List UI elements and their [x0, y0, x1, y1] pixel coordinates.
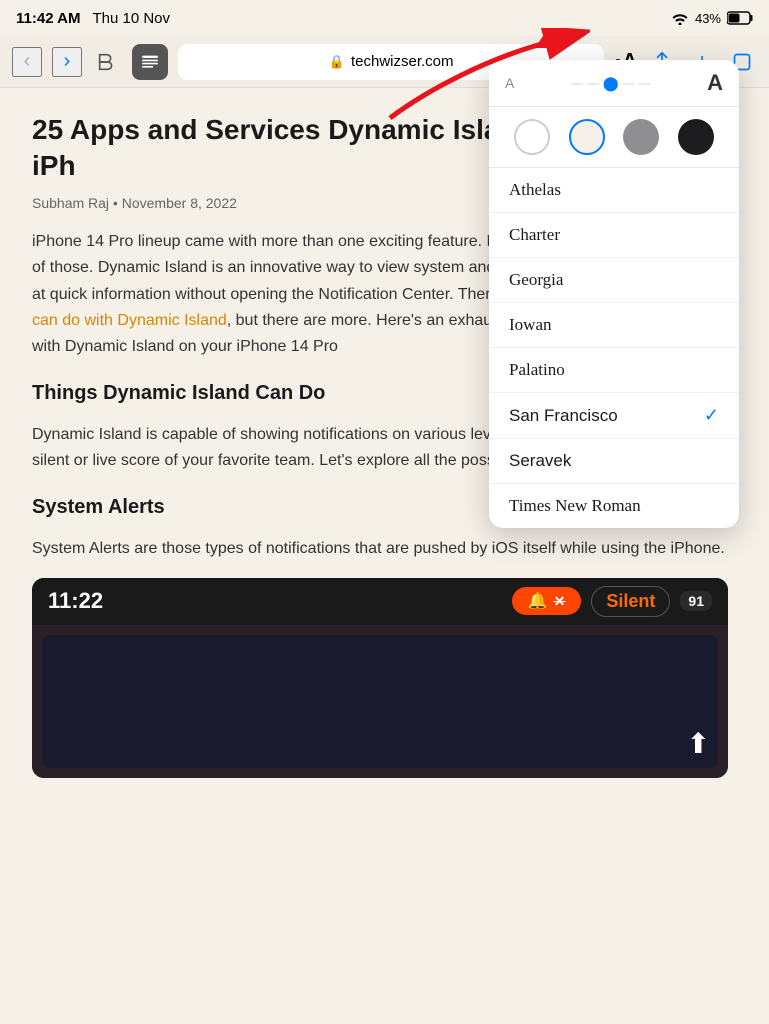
font-option-georgia[interactable]: Georgia	[489, 258, 739, 303]
app-store-icon: ⬆	[687, 727, 710, 760]
font-option-times-new-roman[interactable]: Times New Roman	[489, 484, 739, 528]
url-text: techwizser.com	[351, 53, 454, 70]
lock-icon: 🔒	[329, 54, 345, 70]
reader-icon	[140, 54, 160, 70]
font-option-palatino[interactable]: Palatino	[489, 348, 739, 393]
status-time: 11:42 AM	[16, 10, 80, 27]
color-gray-button[interactable]	[623, 119, 659, 155]
reader-view-button[interactable]	[132, 44, 168, 80]
status-bar: 11:42 AM Thu 10 Nov 43%	[0, 0, 769, 36]
font-option-iowan[interactable]: Iowan	[489, 303, 739, 348]
font-option-seravek[interactable]: Seravek	[489, 439, 739, 484]
color-white-button[interactable]	[514, 119, 550, 155]
screenshot-area: 11:22 🔔 ✕ Silent 91 ⬆	[32, 578, 728, 778]
status-icons: 43%	[671, 11, 753, 26]
back-button[interactable]: ‹	[12, 47, 42, 77]
bell-pill: 🔔 ✕	[512, 587, 582, 615]
font-size-small-label[interactable]: A	[505, 75, 514, 91]
article-paragraph-3: System Alerts are those types of notific…	[32, 536, 728, 562]
screenshot-bottom: ⬆	[32, 625, 728, 778]
status-date: Thu 10 Nov	[92, 10, 170, 27]
link-dynamic-island[interactable]: Dynamic Island	[117, 312, 226, 329]
notif-count: 91	[680, 591, 712, 611]
font-option-athelas[interactable]: Athelas	[489, 168, 739, 213]
silent-badge: Silent	[591, 586, 670, 617]
screenshot-status: 11:22 🔔 ✕ Silent 91	[32, 578, 728, 625]
battery-icon	[727, 11, 753, 25]
font-list: AthelasCharterGeorgiaIowanPalatinoSan Fr…	[489, 168, 739, 528]
font-option-charter[interactable]: Charter	[489, 213, 739, 258]
font-picker-dropdown: A — — ⬤ — — A AthelasCharterGeorgiaIowan…	[489, 60, 739, 528]
wifi-icon	[671, 11, 689, 25]
color-black-button[interactable]	[678, 119, 714, 155]
forward-button[interactable]: ›	[52, 47, 82, 77]
font-option-san-francisco[interactable]: San Francisco✓	[489, 393, 739, 439]
font-size-row: A — — ⬤ — — A	[489, 60, 739, 107]
battery-level: 43%	[695, 11, 721, 26]
book-icon	[96, 51, 118, 73]
bookmarks-button[interactable]	[92, 47, 122, 77]
color-cream-button[interactable]	[569, 119, 605, 155]
screenshot-time: 11:22	[48, 588, 103, 614]
color-row	[489, 107, 739, 168]
font-size-large-label[interactable]: A	[707, 70, 723, 96]
